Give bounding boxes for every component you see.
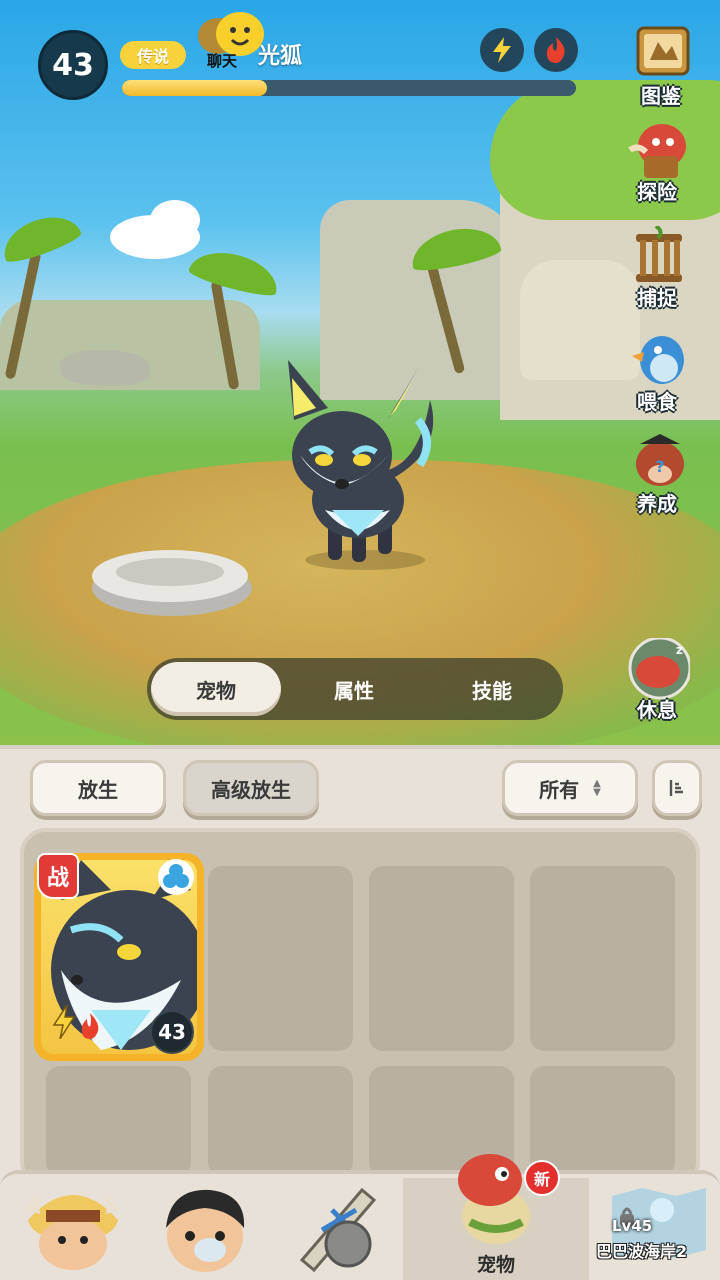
water-type-icon: [158, 859, 194, 895]
training-icon: ?: [636, 434, 684, 486]
fire-icon: [81, 1013, 99, 1039]
lightning-icon: [52, 1005, 76, 1039]
capture-cage-icon: [636, 226, 682, 282]
battle-tag: 战: [37, 853, 79, 899]
beast-tribe-icon: [26, 1194, 120, 1270]
pet-slot-empty[interactable]: [530, 866, 675, 1051]
pet-slot-empty[interactable]: [208, 1066, 353, 1176]
xp-progress-fill: [122, 80, 268, 96]
pet-tab-bar: 宠物 属性 技能: [147, 658, 563, 720]
release-button[interactable]: 放生: [30, 760, 166, 816]
sort-icon: [669, 780, 683, 796]
chat-label: 聊天: [207, 52, 238, 70]
encyclopedia-icon: [636, 26, 690, 76]
adventure-icon: [628, 124, 686, 178]
equipment-icon: [299, 1187, 377, 1273]
game-scene: [0, 0, 720, 745]
palm-leaf: [187, 243, 283, 301]
side-btn-label: 喂食: [637, 390, 677, 414]
svg-text:z: z: [676, 643, 683, 657]
svg-text:?: ?: [655, 457, 664, 476]
side-btn-label: 休息: [637, 698, 677, 722]
tab-pet[interactable]: 宠物: [151, 662, 281, 716]
rock: [60, 350, 150, 386]
palm-leaf: [0, 207, 84, 267]
dropdown-arrows-icon: ▲ ▼: [593, 778, 601, 798]
rarity-tag: 传说: [120, 41, 186, 69]
nav-trainer[interactable]: [150, 1180, 260, 1276]
tab-attributes[interactable]: 属性: [289, 662, 419, 716]
new-badge: 新: [524, 1160, 560, 1196]
pet-slot-empty[interactable]: [369, 866, 514, 1051]
side-btn-label: 养成: [637, 492, 677, 516]
nav-pets-label: 宠物: [476, 1254, 515, 1276]
side-btn-label: 探险: [637, 180, 677, 204]
nav-beast-tribe[interactable]: [18, 1180, 128, 1276]
filter-value: 所有: [539, 777, 580, 802]
side-btn-label: 捕捉: [637, 286, 677, 310]
fire-icon[interactable]: [534, 28, 578, 72]
pet-card-level: 43: [150, 1010, 194, 1054]
advanced-release-button[interactable]: 高级放生: [183, 760, 319, 816]
xp-progress-bar: [122, 80, 576, 96]
sort-button[interactable]: [652, 760, 702, 816]
side-btn-encyclopedia[interactable]: 图鉴: [622, 24, 702, 114]
side-btn-adventure[interactable]: 探险: [618, 120, 698, 210]
nav-map-label: 巴巴波海岸2: [596, 1242, 688, 1261]
side-btn-label: 图鉴: [641, 84, 681, 108]
tab-skills[interactable]: 技能: [427, 662, 557, 716]
nav-equipment[interactable]: [282, 1180, 392, 1276]
side-btn-capture[interactable]: 捕捉: [618, 226, 698, 316]
side-btn-training[interactable]: ? 养成: [618, 432, 698, 522]
feed-icon: [632, 336, 684, 384]
player-level-badge: 43: [38, 30, 108, 100]
trainer-icon: [166, 1189, 245, 1272]
rest-icon: z: [628, 638, 690, 700]
cloud: [150, 200, 200, 240]
side-btn-feed[interactable]: 喂食: [618, 330, 698, 420]
map-lock-level: Lv45: [612, 1217, 653, 1235]
stone-bowl: [92, 550, 252, 616]
pet-slot-empty[interactable]: [208, 866, 353, 1051]
filter-dropdown[interactable]: 所有 ▲ ▼: [502, 760, 638, 816]
pet-slot-empty[interactable]: [530, 1066, 675, 1176]
pet-fox-model: [288, 360, 434, 570]
side-btn-rest[interactable]: z 休息: [618, 638, 698, 728]
pet-slot-empty[interactable]: [46, 1066, 191, 1176]
lightning-icon[interactable]: [480, 28, 524, 72]
